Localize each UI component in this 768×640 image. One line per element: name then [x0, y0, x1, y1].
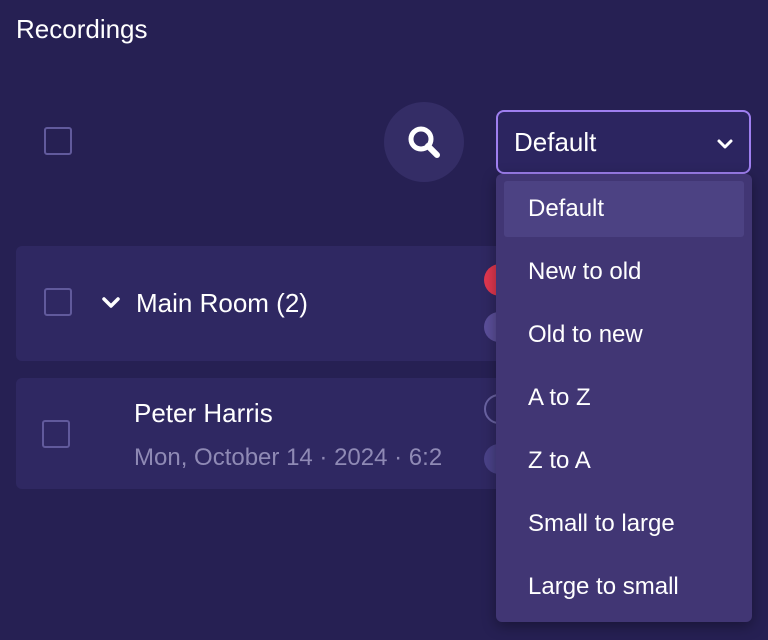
- room-group-row[interactable]: Main Room (2): [16, 246, 536, 361]
- room-checkbox[interactable]: [44, 288, 72, 316]
- sort-option-large-to-small[interactable]: Large to small: [504, 559, 744, 615]
- chevron-down-icon: [717, 139, 733, 149]
- sort-option-z-to-a[interactable]: Z to A: [504, 433, 744, 489]
- sort-option-old-to-new[interactable]: Old to new: [504, 307, 744, 363]
- recording-date: Mon, October 14 · 2024 · 6:2: [134, 444, 443, 471]
- sort-option-new-to-old[interactable]: New to old: [504, 244, 744, 300]
- sort-select[interactable]: Default: [496, 110, 751, 174]
- recording-name: Peter Harris: [134, 398, 273, 428]
- sort-option-a-to-z[interactable]: A to Z: [504, 370, 744, 426]
- sort-select-value: Default: [514, 126, 597, 157]
- room-label: Main Room (2): [136, 288, 308, 318]
- search-icon: [408, 126, 440, 158]
- chevron-down-icon[interactable]: [100, 292, 122, 314]
- recording-checkbox[interactable]: [42, 420, 70, 448]
- recording-row[interactable]: Peter Harris Mon, October 14 · 2024 · 6:…: [16, 378, 536, 489]
- page-title: Recordings: [16, 14, 148, 44]
- select-all-checkbox[interactable]: [44, 127, 72, 155]
- search-button[interactable]: [384, 102, 464, 182]
- sort-dropdown-menu: Default New to old Old to new A to Z Z t…: [496, 174, 752, 622]
- sort-option-small-to-large[interactable]: Small to large: [504, 496, 744, 552]
- sort-option-default[interactable]: Default: [504, 181, 744, 237]
